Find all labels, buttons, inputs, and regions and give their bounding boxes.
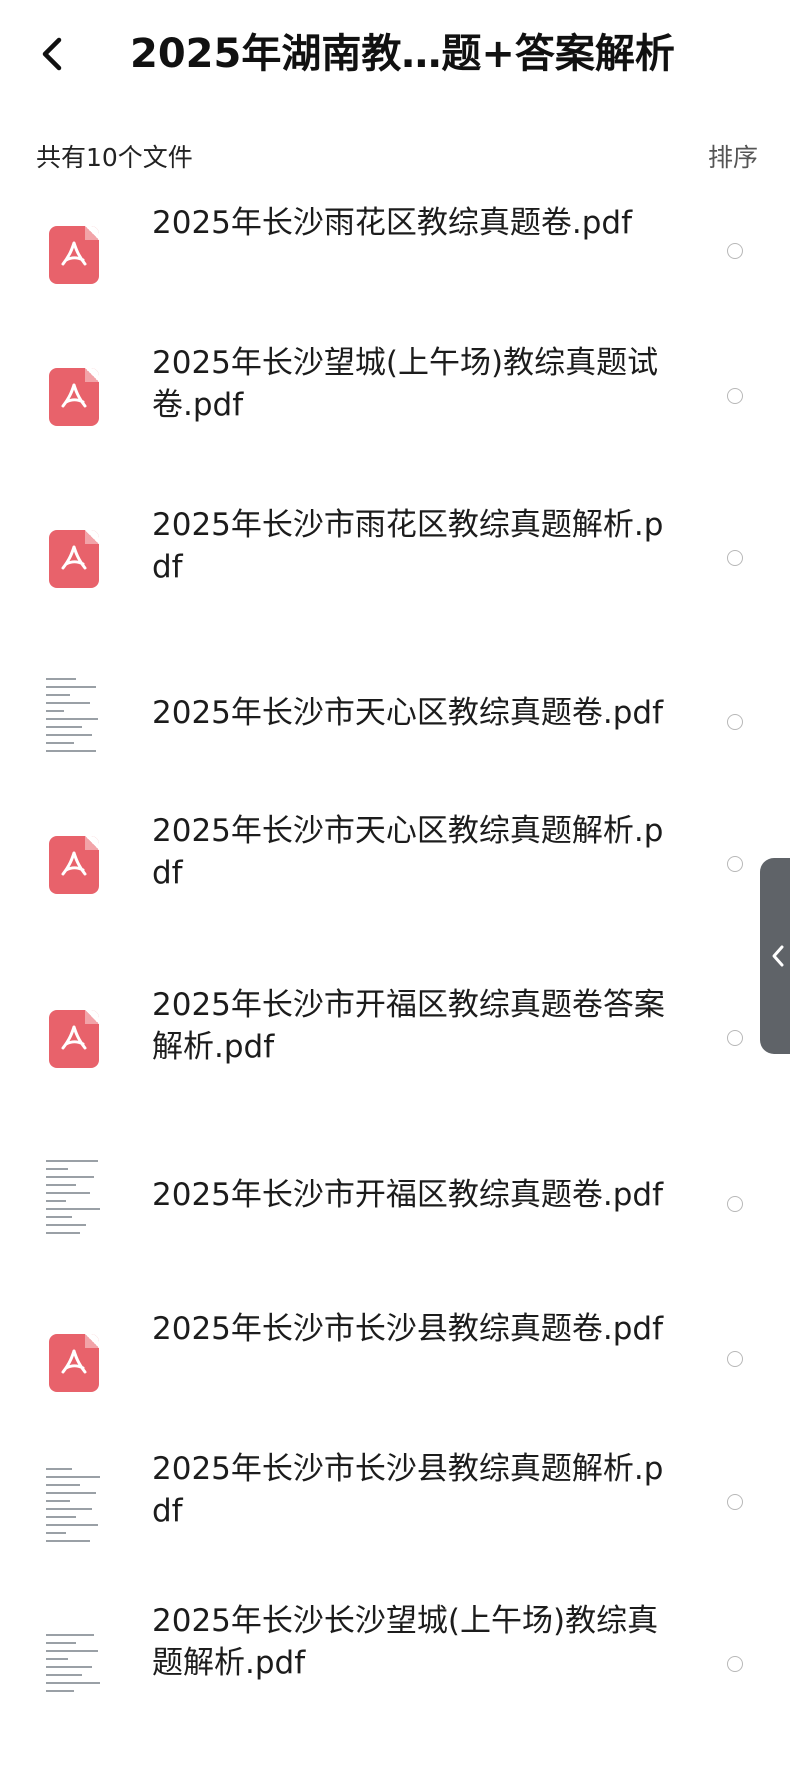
- pdf-file-icon: [44, 362, 104, 436]
- acrobat-icon: [61, 851, 87, 876]
- select-radio[interactable]: [727, 388, 743, 404]
- side-panel-handle[interactable]: [760, 858, 790, 1054]
- acrobat-icon: [61, 1349, 87, 1374]
- top-bar: 2025年湖南教…题+答案解析: [0, 0, 790, 110]
- pdf-file-icon: [44, 1004, 104, 1078]
- file-name: 2025年长沙市长沙县教综真题解析.pdf: [152, 1451, 664, 1529]
- select-radio[interactable]: [727, 714, 743, 730]
- file-count: 共有10个文件: [36, 143, 193, 172]
- file-row[interactable]: 2025年长沙市长沙县教综真题解析.pdf: [0, 1451, 790, 1618]
- page-title: 2025年湖南教…题+答案解析: [130, 31, 675, 77]
- document-preview-thumbnail: [44, 1156, 106, 1244]
- acrobat-icon: [61, 241, 87, 266]
- file-name: 2025年长沙雨花区教综真题卷.pdf: [152, 205, 633, 241]
- file-row[interactable]: 2025年长沙市开福区教综真题卷.pdf: [0, 1156, 790, 1310]
- file-name: 2025年长沙市天心区教综真题卷.pdf: [152, 695, 664, 731]
- select-radio[interactable]: [727, 1196, 743, 1212]
- select-radio[interactable]: [727, 856, 743, 872]
- document-preview-thumbnail: [44, 674, 106, 762]
- chevron-left-icon: [772, 945, 784, 967]
- file-row[interactable]: 2025年长沙市天心区教综真题卷.pdf: [0, 674, 790, 828]
- file-row[interactable]: 2025年长沙长沙望城(上午场)教综真题解析.pdf: [0, 1603, 790, 1782]
- select-radio[interactable]: [727, 550, 743, 566]
- document-preview-thumbnail: [44, 1464, 106, 1552]
- file-row[interactable]: 2025年长沙市雨花区教综真题解析.pdf: [0, 507, 790, 674]
- file-name: 2025年长沙市长沙县教综真题卷.pdf: [152, 1311, 664, 1347]
- select-radio[interactable]: [727, 1494, 743, 1510]
- chevron-left-icon: [42, 37, 62, 71]
- select-radio[interactable]: [727, 1351, 743, 1367]
- select-radio[interactable]: [727, 1030, 743, 1046]
- file-row[interactable]: 2025年长沙市开福区教综真题卷答案解析.pdf: [0, 987, 790, 1154]
- file-name: 2025年长沙市开福区教综真题卷答案解析.pdf: [152, 987, 665, 1065]
- back-button[interactable]: [28, 26, 76, 82]
- pdf-file-icon: [44, 524, 104, 598]
- acrobat-icon: [61, 1025, 87, 1050]
- file-name: 2025年长沙长沙望城(上午场)教综真题解析.pdf: [152, 1603, 659, 1681]
- file-row[interactable]: 2025年长沙市天心区教综真题解析.pdf: [0, 813, 790, 980]
- file-name: 2025年长沙市开福区教综真题卷.pdf: [152, 1177, 664, 1213]
- document-preview-thumbnail: [44, 1630, 106, 1718]
- file-row[interactable]: 2025年长沙望城(上午场)教综真题试卷.pdf: [0, 345, 790, 512]
- select-radio[interactable]: [727, 1656, 743, 1672]
- pdf-file-icon: [44, 1328, 104, 1402]
- acrobat-icon: [61, 545, 87, 570]
- pdf-file-icon: [44, 830, 104, 904]
- file-name: 2025年长沙市天心区教综真题解析.pdf: [152, 813, 664, 891]
- acrobat-icon: [61, 383, 87, 408]
- file-name: 2025年长沙望城(上午场)教综真题试卷.pdf: [152, 345, 659, 423]
- sort-button[interactable]: 排序: [708, 138, 758, 174]
- select-radio[interactable]: [727, 243, 743, 259]
- list-toolbar: 共有10个文件 排序: [0, 130, 790, 180]
- file-name: 2025年长沙市雨花区教综真题解析.pdf: [152, 507, 664, 585]
- pdf-file-icon: [44, 220, 104, 294]
